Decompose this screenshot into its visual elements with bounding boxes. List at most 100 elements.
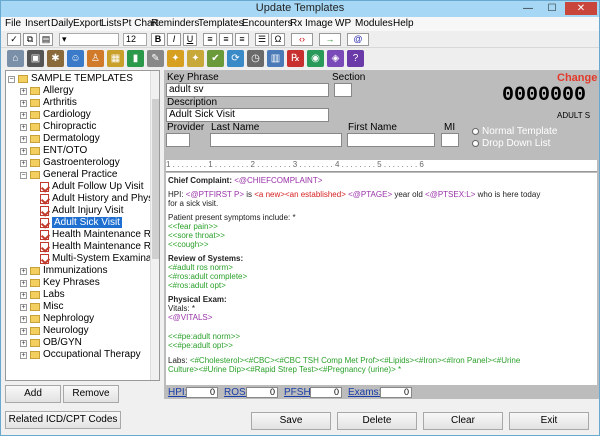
collapse-icon[interactable]: −	[20, 171, 27, 179]
tree-folder-item[interactable]: + Labs	[20, 289, 65, 301]
home-icon[interactable]: ⌂	[7, 50, 24, 67]
tree-folder-item[interactable]: + OB/GYN	[20, 337, 82, 349]
tree-folder-item[interactable]: + Neurology	[20, 325, 89, 337]
save-button[interactable]: Save	[251, 412, 331, 430]
expand-icon[interactable]: +	[20, 303, 27, 311]
spellcheck-icon[interactable]: ✓	[7, 33, 21, 46]
image-icon[interactable]: ◈	[327, 50, 344, 67]
menu-lists[interactable]: Lists	[101, 18, 122, 29]
provider-input[interactable]	[166, 133, 190, 147]
book-icon[interactable]: ▥	[267, 50, 284, 67]
tree-folder-item[interactable]: + Nephrology	[20, 313, 94, 325]
align-right-icon[interactable]: ≡	[235, 33, 249, 46]
tree-scroll-thumb[interactable]	[152, 99, 159, 259]
italic-button[interactable]: I	[167, 33, 181, 46]
exams-link[interactable]: Exams:	[348, 387, 381, 398]
arrow-icon[interactable]: →	[319, 33, 341, 46]
expand-icon[interactable]: +	[20, 327, 27, 335]
menu-help[interactable]: Help	[393, 18, 414, 29]
expand-icon[interactable]: +	[20, 87, 27, 95]
font-size-combo[interactable]: 12	[123, 33, 147, 46]
tree-folder-item[interactable]: + Arthritis	[20, 97, 77, 109]
insert-tag-icon[interactable]: ‹›	[291, 33, 313, 46]
menu-insert[interactable]: Insert	[25, 18, 50, 29]
mi-input[interactable]	[441, 133, 459, 147]
minimize-button[interactable]: —	[517, 2, 539, 15]
normal-template-radio[interactable]: Normal Template	[472, 126, 557, 137]
printer-icon[interactable]: ▣	[27, 50, 44, 67]
menu-rx[interactable]: Rx	[290, 18, 302, 29]
schedule-icon[interactable]: ▦	[107, 50, 124, 67]
expand-icon[interactable]: +	[20, 339, 27, 347]
tree-scrollbar[interactable]	[150, 71, 159, 380]
maximize-button[interactable]: ☐	[541, 2, 563, 15]
expand-icon[interactable]: +	[20, 159, 27, 167]
chart-icon[interactable]: ▮	[127, 50, 144, 67]
menu-reminders[interactable]: Reminders	[151, 18, 199, 29]
menu-daily[interactable]: Daily	[51, 18, 73, 29]
section-input[interactable]	[334, 83, 352, 97]
tree-root[interactable]: − SAMPLE TEMPLATES	[8, 73, 133, 85]
refresh-icon[interactable]: ⟳	[227, 50, 244, 67]
tree-folder-item[interactable]: + Key Phrases	[20, 277, 100, 289]
tree-folder-item[interactable]: + Chiropractic	[20, 121, 96, 133]
clear-button[interactable]: Clear	[423, 412, 503, 430]
tree-folder-item[interactable]: + Gastroenterology	[20, 157, 120, 169]
tree-folder-item[interactable]: + ENT/OTO	[20, 145, 87, 157]
first-name-input[interactable]	[347, 133, 435, 147]
template-tree[interactable]: − SAMPLE TEMPLATES + Allergy + Arthritis + Car…	[5, 70, 160, 381]
align-left-icon[interactable]: ≡	[203, 33, 217, 46]
bullets-icon[interactable]: ☰	[255, 33, 269, 46]
tree-folder-item[interactable]: + Immunizations	[20, 265, 107, 277]
menu-wp[interactable]: WP	[335, 18, 351, 29]
drop-down-list-radio[interactable]: Drop Down List	[472, 138, 550, 149]
tree-folder-item[interactable]: + Misc	[20, 301, 64, 313]
expand-icon[interactable]: +	[20, 351, 27, 359]
paste-icon[interactable]: ▤	[39, 33, 53, 46]
patients-icon[interactable]: ☺	[67, 50, 84, 67]
delete-button[interactable]: Delete	[337, 412, 417, 430]
expand-icon[interactable]: +	[20, 267, 27, 275]
description-input[interactable]: Adult Sick Visit	[166, 108, 329, 122]
menu-templates[interactable]: Templates	[198, 18, 244, 29]
menu-modules[interactable]: Modules	[355, 18, 393, 29]
expand-icon[interactable]: +	[20, 99, 27, 107]
expand-icon[interactable]: +	[20, 147, 27, 155]
clock-icon[interactable]: ◷	[247, 50, 264, 67]
font-name-combo[interactable]: ▾	[59, 33, 119, 46]
tree-template-item[interactable]: Health Maintenance Re	[40, 229, 157, 241]
expand-icon[interactable]: +	[20, 291, 27, 299]
settings-icon[interactable]: ✱	[47, 50, 64, 67]
menu-encounters[interactable]: Encounters	[242, 18, 293, 29]
expand-icon[interactable]: +	[20, 315, 27, 323]
align-center-icon[interactable]: ≡	[219, 33, 233, 46]
note-icon[interactable]: ✎	[147, 50, 164, 67]
tree-folder-item[interactable]: + Dermatology	[20, 133, 100, 145]
bold-button[interactable]: B	[151, 33, 165, 46]
at-icon[interactable]: @	[347, 33, 369, 46]
hpi-link[interactable]: HPI:	[168, 387, 187, 398]
remove-button[interactable]: Remove	[63, 385, 119, 403]
tree-folder-item[interactable]: + Occupational Therapy	[20, 349, 141, 361]
tree-template-item[interactable]: Multi-System Examinat	[40, 253, 154, 265]
related-codes-button[interactable]: Related ICD/CPT Codes	[5, 411, 121, 429]
lab-icon[interactable]: ◉	[307, 50, 324, 67]
tree-template-item[interactable]: Adult Injury Visit	[40, 205, 124, 217]
tree-template-item[interactable]: Adult Follow Up Visit	[40, 181, 144, 193]
ros-link[interactable]: ROS:	[224, 387, 248, 398]
expand-icon[interactable]: +	[20, 123, 27, 131]
last-name-input[interactable]	[210, 133, 342, 147]
tree-template-item[interactable]: Health Maintenance Re	[40, 241, 157, 253]
underline-button[interactable]: U	[183, 33, 197, 46]
menu-export[interactable]: Export	[73, 18, 102, 29]
template-text-editor[interactable]: Chief Complaint: <@CHIEFCOMPLAINT> HPI: …	[166, 173, 597, 385]
user-icon[interactable]: ♙	[87, 50, 104, 67]
add-button[interactable]: Add	[5, 385, 61, 403]
highlight-icon[interactable]: ✦	[187, 50, 204, 67]
tree-template-item[interactable]: Adult Sick Visit	[40, 217, 122, 229]
menu-file[interactable]: File	[5, 18, 21, 29]
tree-folder-item[interactable]: − General Practice	[20, 169, 117, 181]
expand-icon[interactable]: +	[20, 135, 27, 143]
copy-icon[interactable]: ⧉	[23, 33, 37, 46]
check-icon[interactable]: ✔	[207, 50, 224, 67]
